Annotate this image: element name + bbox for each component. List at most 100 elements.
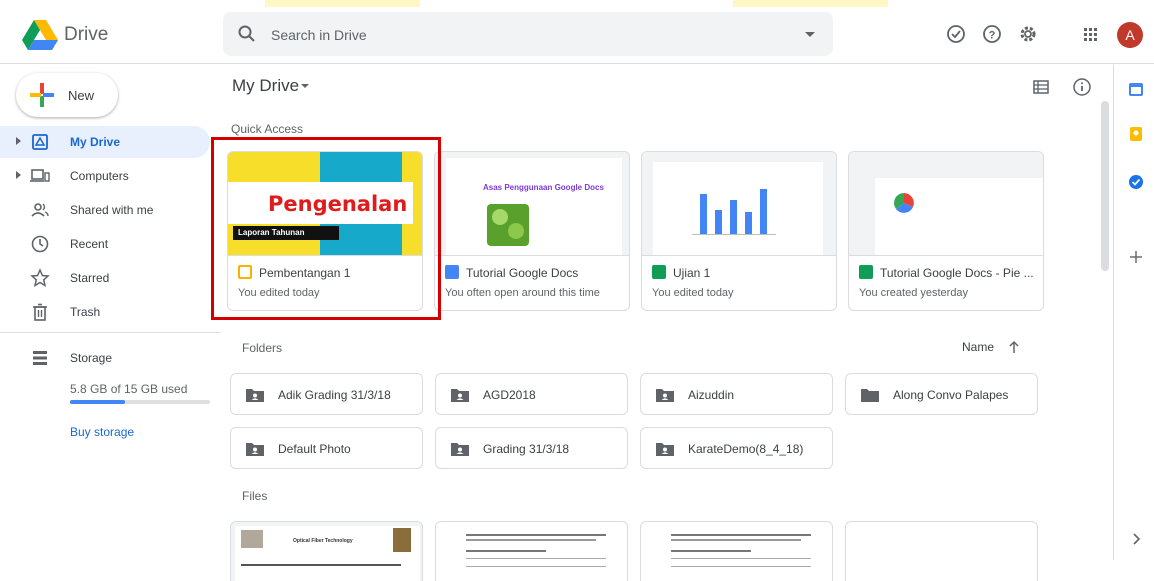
list-view-icon[interactable]	[1032, 78, 1050, 96]
sidebar-item-starred[interactable]: Starred	[0, 262, 210, 294]
sheets-file-icon	[859, 265, 873, 279]
storage-progress-bar	[70, 400, 210, 404]
keep-icon[interactable]	[1128, 126, 1144, 142]
quick-access-card[interactable]: Tutorial Google Docs - Pie ... You creat…	[848, 151, 1044, 311]
search-bar[interactable]: Search in Drive	[223, 12, 833, 56]
scrollbar-thumb[interactable]	[1101, 101, 1109, 271]
highlight-strip	[733, 0, 888, 7]
shared-folder-icon	[451, 389, 469, 402]
page-title[interactable]: My Drive	[232, 76, 299, 96]
chevron-right-icon[interactable]	[1128, 531, 1144, 547]
title-dropdown-icon[interactable]	[301, 84, 309, 88]
sidebar-item-label: Computers	[70, 169, 129, 183]
sidebar-item-storage[interactable]: Storage	[0, 342, 210, 374]
quick-access-card[interactable]: Asas Penggunaan Google Docs Tutorial Goo…	[434, 151, 630, 311]
file-card[interactable]	[640, 521, 833, 581]
file-activity: You created yesterday	[859, 287, 969, 299]
file-name: Tutorial Google Docs	[466, 266, 579, 280]
shared-people-icon	[31, 203, 49, 217]
file-thumbnail-text: Optical Fiber Technology	[293, 538, 353, 544]
sort-by-name[interactable]: Name	[962, 340, 994, 354]
file-name: Ujian 1	[673, 266, 711, 280]
drive-logo-icon[interactable]	[22, 20, 58, 50]
sidebar-item-trash[interactable]: Trash	[0, 296, 210, 328]
file-card[interactable]	[845, 521, 1038, 581]
new-button[interactable]: New	[16, 73, 118, 117]
folder-item[interactable]: KarateDemo(8_4_18)	[640, 427, 833, 469]
sidebar: New My Drive Computers Shared with me Re…	[0, 65, 220, 560]
storage-label: Storage	[70, 351, 113, 365]
sidebar-item-label: My Drive	[70, 135, 121, 149]
offline-check-icon[interactable]	[946, 24, 966, 44]
sheets-thumbnail	[849, 152, 1043, 256]
search-options-icon[interactable]	[805, 32, 815, 37]
files-title: Files	[242, 489, 268, 503]
info-icon[interactable]	[1072, 77, 1092, 97]
highlight-annotation-box	[211, 137, 441, 320]
app-name[interactable]: Drive	[64, 24, 108, 46]
shared-folder-icon	[451, 443, 469, 456]
folder-name: Aizuddin	[688, 388, 735, 402]
folder-name: Adik Grading 31/3/18	[278, 388, 391, 402]
folder-item[interactable]: Grading 31/3/18	[435, 427, 628, 469]
sidebar-item-my-drive[interactable]: My Drive	[0, 126, 210, 158]
folder-icon	[861, 389, 879, 402]
sheets-thumbnail	[642, 152, 836, 256]
quick-access-title: Quick Access	[231, 122, 304, 136]
shared-folder-icon	[656, 443, 674, 456]
sidebar-divider	[0, 332, 220, 333]
sidebar-item-label: Recent	[70, 237, 109, 251]
file-card[interactable]	[435, 521, 628, 581]
file-activity: You edited today	[652, 287, 734, 299]
thumbnail-title: Asas Penggunaan Google Docs	[483, 183, 604, 192]
sidebar-item-shared-with-me[interactable]: Shared with me	[0, 194, 210, 226]
add-addon-icon[interactable]	[1128, 249, 1144, 265]
search-input[interactable]: Search in Drive	[271, 27, 367, 43]
search-icon[interactable]	[237, 24, 257, 44]
folder-item[interactable]: Adik Grading 31/3/18	[230, 373, 423, 415]
folder-item[interactable]: Along Convo Palapes	[845, 373, 1038, 415]
shared-folder-icon	[246, 389, 264, 402]
side-panel	[1113, 65, 1154, 560]
buy-storage-link[interactable]: Buy storage	[70, 425, 134, 439]
help-icon[interactable]: ?	[982, 24, 1002, 44]
sidebar-item-label: Starred	[70, 271, 110, 285]
folder-item[interactable]: Aizuddin	[640, 373, 833, 415]
sheets-file-icon	[652, 265, 666, 279]
file-activity: You often open around this time	[445, 287, 600, 299]
shared-folder-icon	[246, 443, 264, 456]
sidebar-item-label: Trash	[70, 305, 101, 319]
docs-file-icon	[445, 265, 459, 279]
expand-arrow-icon[interactable]	[16, 137, 21, 145]
sort-ascending-icon[interactable]	[1008, 340, 1020, 354]
folder-item[interactable]: AGD2018	[435, 373, 628, 415]
star-icon	[30, 268, 50, 288]
folder-name: Along Convo Palapes	[893, 388, 1009, 402]
account-avatar[interactable]: A	[1117, 22, 1143, 48]
pie-chart-thumbnail	[894, 193, 914, 213]
tasks-icon[interactable]	[1128, 174, 1144, 190]
folders-title: Folders	[242, 341, 283, 355]
apps-grid-icon[interactable]	[1080, 24, 1100, 44]
quick-access-card[interactable]: Ujian 1 You edited today	[641, 151, 837, 311]
main-content: My Drive Quick Access Pengenalan Laporan…	[211, 65, 1112, 581]
file-card[interactable]: Optical Fiber Technology	[230, 521, 423, 581]
storage-usage-text: 5.8 GB of 15 GB used	[70, 382, 188, 396]
settings-gear-icon[interactable]	[1018, 24, 1038, 44]
sidebar-item-label: Shared with me	[70, 203, 154, 217]
docs-thumbnail: Asas Penggunaan Google Docs	[435, 152, 629, 256]
highlight-strip	[265, 0, 420, 7]
sidebar-item-recent[interactable]: Recent	[0, 228, 210, 260]
new-button-label: New	[68, 88, 95, 103]
shared-folder-icon	[656, 389, 674, 402]
folder-name: AGD2018	[483, 388, 536, 402]
storage-icon	[33, 351, 47, 365]
expand-arrow-icon[interactable]	[16, 171, 21, 179]
calendar-icon[interactable]	[1128, 81, 1144, 97]
sidebar-item-computers[interactable]: Computers	[0, 160, 210, 192]
file-name: Tutorial Google Docs - Pie ...	[880, 266, 1034, 280]
new-plus-icon	[30, 83, 54, 107]
folder-name: Default Photo	[278, 442, 351, 456]
recent-clock-icon	[31, 235, 49, 253]
folder-item[interactable]: Default Photo	[230, 427, 423, 469]
